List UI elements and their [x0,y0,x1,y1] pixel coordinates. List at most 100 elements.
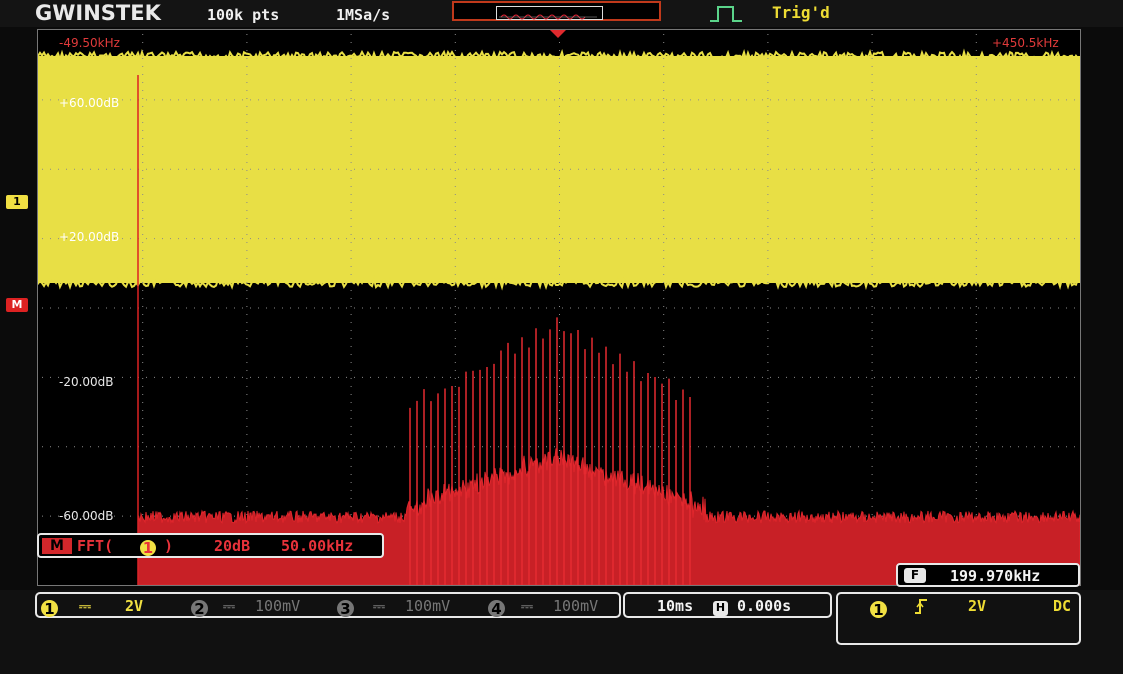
grid-dot [871,442,873,443]
ch4-number[interactable]: 4 [488,600,505,618]
grid-dot [350,330,352,331]
trigger-source[interactable]: 1 [870,601,887,619]
grid-dot [450,307,451,309]
ch1-scale[interactable]: 2V [125,597,143,615]
grid-dot [663,170,665,171]
grid-dot [666,376,667,378]
grid-dot [246,498,248,499]
math-offset-marker[interactable]: M [6,298,28,312]
grid-dot [871,362,873,363]
grid-dot [871,322,873,323]
rising-edge-icon[interactable] [913,597,929,617]
ch2-number[interactable]: 2 [191,600,208,618]
grid-dot [378,307,379,309]
grid-dot [186,238,187,240]
frequency-value: 199.970kHz [950,567,1041,585]
grid-dot [1002,99,1003,101]
trigger-level[interactable]: 2V [968,597,986,615]
grid-dot [394,376,395,378]
grid-dot [722,168,723,170]
grid-dot [130,446,131,448]
grid-dot [298,99,299,101]
grid-dot [218,307,219,309]
grid-dot [454,282,456,283]
grid-dot [74,446,75,448]
grid-dot [274,376,275,378]
ch1-offset-marker[interactable]: 1 [6,195,28,209]
grid-dot [350,274,352,275]
grid-dot [442,446,443,448]
grid-dot [890,376,891,378]
grid-dot [350,498,352,499]
grid-dot [250,446,251,448]
grid-dot [938,376,939,378]
grid-dot [454,170,456,171]
grid-dot [562,99,563,101]
grid-dot [50,515,51,517]
grid-dot [250,99,251,101]
grid-dot [554,446,555,448]
grid-dot [142,434,144,435]
grid-dot [975,178,977,179]
grid-dot [418,446,419,448]
waveform-display[interactable] [37,29,1081,586]
timebase-scale[interactable]: 10ms [657,597,693,615]
grid-dot [610,238,611,240]
ch4-scale[interactable]: 100mV [553,597,598,615]
grid-dot [1074,168,1075,170]
grid-dot [714,376,715,378]
grid-dot [186,307,187,309]
grid-dot [975,266,977,267]
grid-dot [246,466,248,467]
grid-dot [890,307,891,309]
horizontal-position[interactable]: 0.000s [737,597,791,615]
grid-dot [562,238,563,240]
grid-dot [454,154,456,155]
grid-dot [914,307,915,309]
grid-dot [559,234,560,235]
grid-dot [674,307,675,309]
grid-dot [975,74,977,75]
grid-dot [663,322,665,323]
fft-source-channel: 1 [140,540,156,556]
grid-dot [767,274,769,275]
grid-dot [975,370,977,371]
grid-dot [410,238,411,240]
grid-dot [975,114,977,115]
ch2-scale[interactable]: 100mV [255,597,300,615]
grid-dot [82,446,83,448]
grid-dot [962,376,963,378]
grid-dot [346,446,347,448]
grid-dot [890,446,891,448]
grid-dot [142,266,144,267]
grid-dot [454,58,456,59]
grid-dot [559,218,560,219]
grid-dot [570,307,571,309]
grid-dot [975,474,977,475]
trigger-coupling[interactable]: DC [1053,597,1071,615]
fft-start-frequency: -49.50kHz [59,36,120,50]
grid-dot [338,376,339,378]
grid-dot [975,506,977,507]
ch1-number[interactable]: 1 [41,600,58,618]
grid-dot [454,50,456,51]
grid-dot [1066,446,1067,448]
grid-dot [1042,376,1043,378]
grid-dot [162,238,163,240]
grid-dot [978,99,979,101]
grid-dot [946,376,947,378]
grid-dot [746,307,747,309]
grid-dot [490,307,491,309]
grid-dot [454,82,456,83]
grid-dot [454,98,456,99]
grid-dot [746,168,747,170]
grid-dot [767,106,769,107]
ch3-number[interactable]: 3 [337,600,354,618]
grid-dot [554,238,555,240]
grid-dot [871,346,873,347]
fft-info-box[interactable]: M FFT( 1 ) 20dB 50.00kHz [37,533,384,558]
grid-dot [767,186,769,187]
ch3-scale[interactable]: 100mV [405,597,450,615]
grid-dot [66,168,67,170]
grid-dot [946,168,947,170]
